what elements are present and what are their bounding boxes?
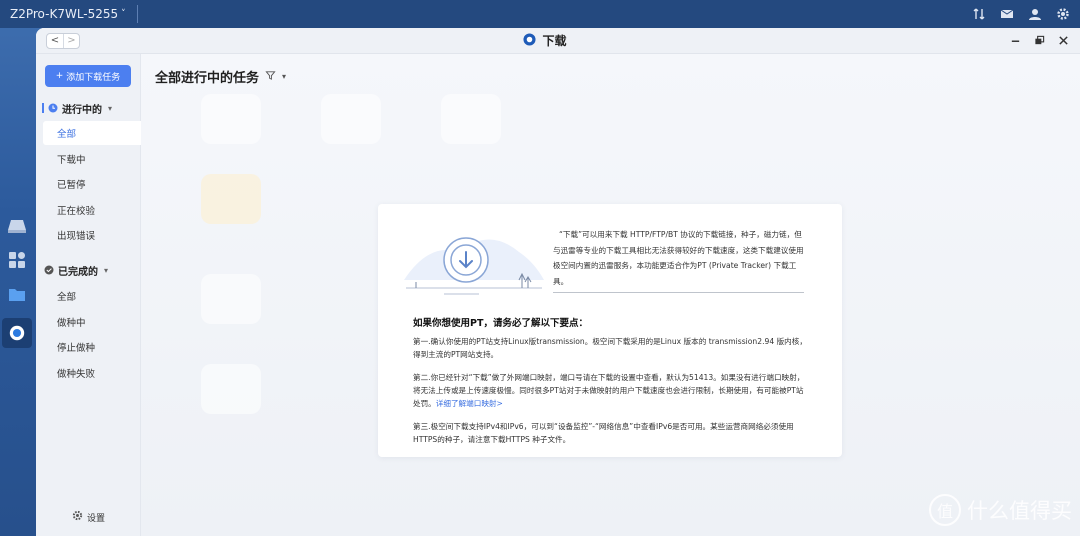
- download-window: < > 下载 + 添加下载任务 进行中的 ▾ 全部 下载中 已暂停 正在校验 出…: [36, 28, 1080, 536]
- history-nav: < >: [46, 32, 80, 49]
- settings-label: 设置: [87, 513, 106, 524]
- point-1: 第一.确认你使用的PT站支持Linux版transmission。极空间下载采用…: [413, 337, 807, 359]
- sidebar-item-downloading[interactable]: 下载中: [43, 147, 141, 171]
- restore-icon[interactable]: [1034, 35, 1046, 47]
- apps-icon[interactable]: [7, 250, 27, 270]
- active-indicator: [42, 103, 44, 113]
- close-icon[interactable]: [1058, 35, 1070, 47]
- app-dock: [0, 200, 34, 350]
- os-top-bar: Z2Pro-K7WL-5255 ˅: [0, 0, 1080, 28]
- device-selector[interactable]: Z2Pro-K7WL-5255 ˅: [10, 5, 138, 23]
- download-illustration: [404, 222, 544, 302]
- main-content: 全部进行中的任务 ▾ “下载”可以用来下载 HTTP/FTP/BT 协议的下载链…: [141, 54, 1080, 536]
- sidebar: + 添加下载任务 进行中的 ▾ 全部 下载中 已暂停 正在校验 出现错误 已完成…: [36, 54, 141, 536]
- plus-icon: +: [55, 71, 64, 81]
- chevron-down-icon[interactable]: ▾: [282, 72, 286, 81]
- chevron-down-icon: ˅: [121, 9, 126, 19]
- divider: [553, 292, 804, 293]
- group-in-progress[interactable]: 进行中的 ▾: [36, 97, 141, 119]
- sidebar-item-paused[interactable]: 已暂停: [43, 172, 141, 196]
- page-title: 全部进行中的任务 ▾: [155, 67, 286, 86]
- window-title: 下载: [523, 32, 567, 49]
- gear-icon: [72, 510, 83, 524]
- sidebar-item-error[interactable]: 出现错误: [43, 223, 141, 247]
- point-2: 第二.你已经针对“下载”做了外网端口映射，端口号请在下载的设置中查看，默认为51…: [413, 371, 809, 410]
- transfer-icon[interactable]: [972, 7, 986, 21]
- pt-info-card: “下载”可以用来下载 HTTP/FTP/BT 协议的下载链接，种子，磁力链，但与…: [378, 204, 842, 457]
- filter-icon[interactable]: [265, 70, 276, 84]
- download-app-icon[interactable]: [2, 318, 32, 348]
- watermark-logo: 值: [929, 494, 961, 526]
- chevron-down-icon[interactable]: ▾: [104, 266, 108, 275]
- sidebar-item-stop-seeding[interactable]: 停止做种: [43, 335, 141, 359]
- sidebar-item-all-completed[interactable]: 全部: [43, 284, 141, 308]
- watermark: 值 什么值得买: [929, 494, 1072, 526]
- user-icon[interactable]: [1028, 7, 1042, 21]
- add-download-task-button[interactable]: + 添加下载任务: [45, 65, 131, 87]
- check-circle-icon: [44, 265, 54, 275]
- group-label: 已完成的: [58, 266, 98, 278]
- group-completed[interactable]: 已完成的 ▾: [36, 259, 141, 281]
- sidebar-item-all-active[interactable]: 全部: [43, 121, 141, 145]
- mail-icon[interactable]: [1000, 7, 1014, 21]
- window-title-text: 下载: [542, 34, 567, 48]
- chevron-down-icon[interactable]: ▾: [108, 104, 112, 113]
- download-app-icon: [523, 32, 537, 49]
- gear-icon[interactable]: [1056, 7, 1070, 21]
- minimize-icon[interactable]: [1010, 35, 1022, 47]
- sidebar-item-seeding-failed[interactable]: 做种失败: [43, 361, 141, 385]
- page-title-text: 全部进行中的任务: [155, 71, 260, 86]
- intro-text: “下载”可以用来下载 HTTP/FTP/BT 协议的下载链接，种子，磁力链，但与…: [553, 230, 804, 286]
- group-label: 进行中的: [62, 104, 102, 116]
- folder-icon[interactable]: [7, 284, 27, 304]
- device-name: Z2Pro-K7WL-5255: [10, 7, 119, 21]
- settings-button[interactable]: 设置: [72, 510, 105, 524]
- sidebar-item-verifying[interactable]: 正在校验: [43, 198, 141, 222]
- add-download-task-label: 添加下载任务: [66, 72, 121, 83]
- drive-icon[interactable]: [7, 216, 27, 236]
- sidebar-item-seeding[interactable]: 做种中: [43, 310, 141, 334]
- port-mapping-link[interactable]: 详细了解端口映射>: [436, 399, 503, 408]
- point-3: 第三.极空间下载支持IPv4和IPv6，可以到“设备监控”-“网络信息”中查看I…: [413, 422, 794, 444]
- forward-button[interactable]: >: [63, 33, 79, 48]
- back-button[interactable]: <: [47, 34, 63, 48]
- clock-icon: [48, 103, 58, 113]
- window-titlebar: < > 下载: [36, 28, 1080, 54]
- watermark-text: 什么值得买: [967, 499, 1072, 523]
- divider: [136, 5, 138, 23]
- pt-heading: 如果你想使用PT，请务必了解以下要点：: [413, 318, 588, 329]
